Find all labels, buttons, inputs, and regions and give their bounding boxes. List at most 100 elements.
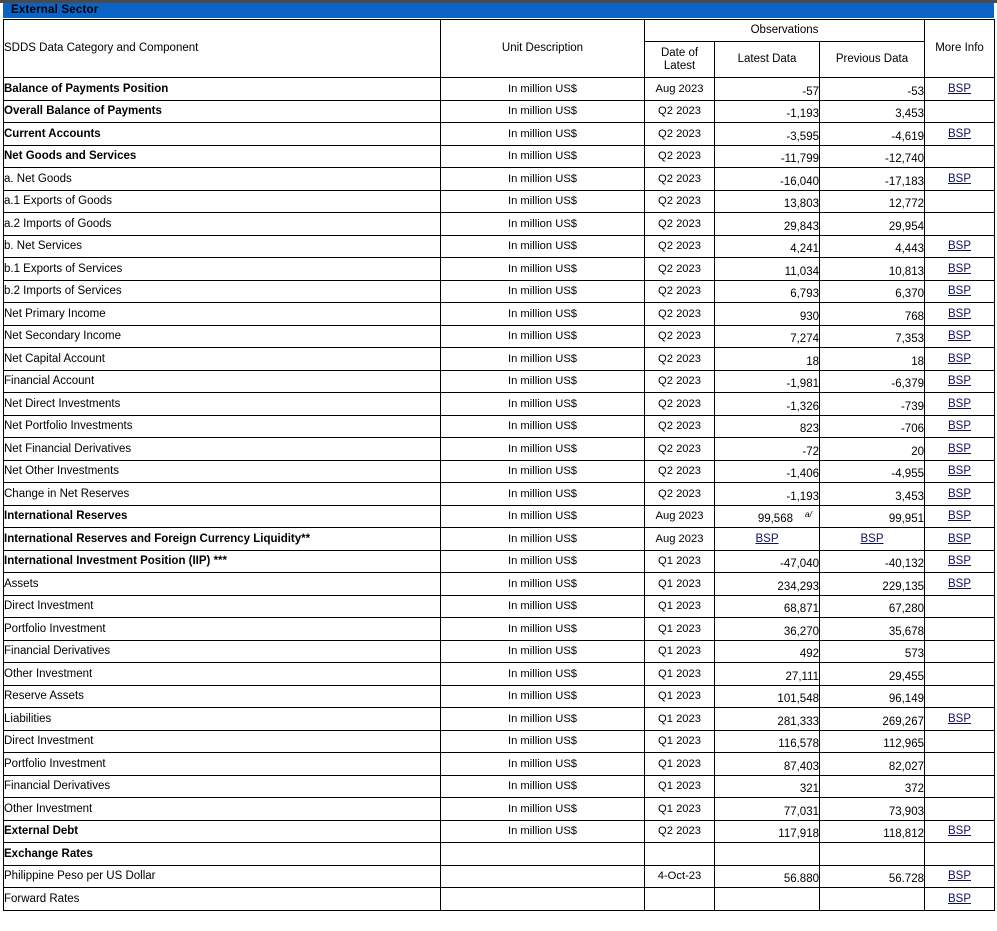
- row-more-info[interactable]: BSP: [924, 504, 995, 528]
- row-label: Net Other Investments: [3, 459, 441, 483]
- row-previous-data: 229,135: [819, 572, 925, 596]
- more-info-bsp-link[interactable]: BSP: [948, 713, 971, 725]
- row-latest-data: [714, 842, 820, 866]
- row-latest-data: -47,040: [714, 549, 820, 573]
- row-more-info[interactable]: BSP: [924, 279, 995, 303]
- row-date-of-latest: Q1 2023: [644, 797, 715, 821]
- more-info-bsp-link[interactable]: BSP: [948, 870, 971, 882]
- more-info-bsp-link[interactable]: BSP: [948, 285, 971, 297]
- row-latest-data: 117,918: [714, 819, 820, 843]
- row-more-info[interactable]: BSP: [924, 527, 995, 551]
- row-more-info[interactable]: BSP: [924, 122, 995, 146]
- row-more-info[interactable]: BSP: [924, 369, 995, 393]
- row-previous-data: 372: [819, 774, 925, 798]
- table-row: Balance of Payments Position In million U…: [3, 77, 995, 101]
- latest-data-bsp-link[interactable]: BSP: [755, 533, 778, 545]
- row-previous-data: 6,370: [819, 279, 925, 303]
- table-row: Net Other Investments In million US$ Q2 20…: [3, 459, 995, 483]
- more-info-bsp-link[interactable]: BSP: [948, 555, 971, 567]
- row-previous-data: -6,379: [819, 369, 925, 393]
- row-previous-data: -40,132: [819, 549, 925, 573]
- row-more-info[interactable]: BSP: [924, 549, 995, 573]
- row-more-info: [924, 144, 995, 168]
- more-info-bsp-link[interactable]: BSP: [948, 330, 971, 342]
- more-info-bsp-link[interactable]: BSP: [948, 353, 971, 365]
- more-info-bsp-link[interactable]: BSP: [948, 893, 971, 905]
- row-more-info: [924, 684, 995, 708]
- row-previous-data[interactable]: BSP: [819, 527, 925, 551]
- more-info-bsp-link[interactable]: BSP: [948, 173, 971, 185]
- more-info-bsp-link[interactable]: BSP: [948, 308, 971, 320]
- row-more-info[interactable]: BSP: [924, 302, 995, 326]
- more-info-bsp-link[interactable]: BSP: [948, 375, 971, 387]
- more-info-bsp-link[interactable]: BSP: [948, 825, 971, 837]
- row-more-info[interactable]: BSP: [924, 459, 995, 483]
- table-header: SDDS Data Category and Component Unit De…: [3, 19, 995, 78]
- row-more-info[interactable]: BSP: [924, 572, 995, 596]
- row-previous-data: -12,740: [819, 144, 925, 168]
- row-label: a. Net Goods: [3, 167, 441, 191]
- table-row: External Debt In million US$ Q2 2023 117,91…: [3, 819, 995, 843]
- table-row: Current Accounts In million US$ Q2 2023 -3,…: [3, 122, 995, 146]
- row-previous-data: 20: [819, 437, 925, 461]
- row-previous-data: 7,353: [819, 324, 925, 348]
- row-label: Other Investment: [3, 662, 441, 686]
- row-label: Financial Account: [3, 369, 441, 393]
- more-info-bsp-link[interactable]: BSP: [948, 128, 971, 140]
- row-more-info[interactable]: BSP: [924, 347, 995, 371]
- row-more-info[interactable]: BSP: [924, 167, 995, 191]
- row-label: Change in Net Reserves: [3, 482, 441, 506]
- more-info-bsp-link[interactable]: BSP: [948, 240, 971, 252]
- row-more-info: [924, 752, 995, 776]
- column-header-previous-data: Previous Data: [819, 41, 925, 78]
- more-info-bsp-link[interactable]: BSP: [948, 488, 971, 500]
- row-label: Reserve Assets: [3, 684, 441, 708]
- row-more-info[interactable]: BSP: [924, 819, 995, 843]
- row-date-of-latest: Q1 2023: [644, 572, 715, 596]
- row-previous-data: 573: [819, 639, 925, 663]
- more-info-bsp-link[interactable]: BSP: [948, 465, 971, 477]
- more-info-bsp-link[interactable]: BSP: [948, 398, 971, 410]
- more-info-bsp-link[interactable]: BSP: [948, 533, 971, 545]
- row-latest-data[interactable]: BSP: [714, 527, 820, 551]
- row-more-info[interactable]: BSP: [924, 234, 995, 258]
- row-latest-data: 7,274: [714, 324, 820, 348]
- row-more-info[interactable]: BSP: [924, 864, 995, 888]
- row-more-info[interactable]: BSP: [924, 887, 995, 911]
- row-previous-data: 118,812: [819, 819, 925, 843]
- more-info-bsp-link[interactable]: BSP: [948, 443, 971, 455]
- row-previous-data: 269,267: [819, 707, 925, 731]
- column-header-latest-data: Latest Data: [714, 41, 820, 78]
- row-more-info[interactable]: BSP: [924, 437, 995, 461]
- row-label: Philippine Peso per US Dollar: [3, 864, 441, 888]
- row-latest-data: 234,293: [714, 572, 820, 596]
- row-more-info[interactable]: BSP: [924, 482, 995, 506]
- row-latest-data: 281,333: [714, 707, 820, 731]
- row-date-of-latest: Q1 2023: [644, 639, 715, 663]
- row-more-info[interactable]: BSP: [924, 257, 995, 281]
- table-row: Reserve Assets In million US$ Q1 2023 101,5…: [3, 684, 995, 708]
- more-info-bsp-link[interactable]: BSP: [948, 510, 971, 522]
- more-info-bsp-link[interactable]: BSP: [948, 263, 971, 275]
- row-unit-description: [440, 887, 645, 911]
- previous-data-bsp-link[interactable]: BSP: [860, 533, 883, 545]
- row-more-info[interactable]: BSP: [924, 707, 995, 731]
- row-latest-data: 99,568 a/: [714, 504, 820, 528]
- row-unit-description: In million US$: [440, 639, 645, 663]
- more-info-bsp-link[interactable]: BSP: [948, 420, 971, 432]
- more-info-bsp-link[interactable]: BSP: [948, 578, 971, 590]
- row-latest-data: -11,799: [714, 144, 820, 168]
- row-date-of-latest: Q2 2023: [644, 324, 715, 348]
- row-more-info[interactable]: BSP: [924, 414, 995, 438]
- row-label: Other Investment: [3, 797, 441, 821]
- row-latest-data: -1,406: [714, 459, 820, 483]
- row-label: Net Goods and Services: [3, 144, 441, 168]
- more-info-bsp-link[interactable]: BSP: [948, 83, 971, 95]
- row-more-info[interactable]: BSP: [924, 324, 995, 348]
- row-more-info[interactable]: BSP: [924, 392, 995, 416]
- row-label: a.1 Exports of Goods: [3, 189, 441, 213]
- row-more-info[interactable]: BSP: [924, 77, 995, 101]
- row-date-of-latest: Q1 2023: [644, 617, 715, 641]
- row-unit-description: In million US$: [440, 302, 645, 326]
- row-label: Balance of Payments Position: [3, 77, 441, 101]
